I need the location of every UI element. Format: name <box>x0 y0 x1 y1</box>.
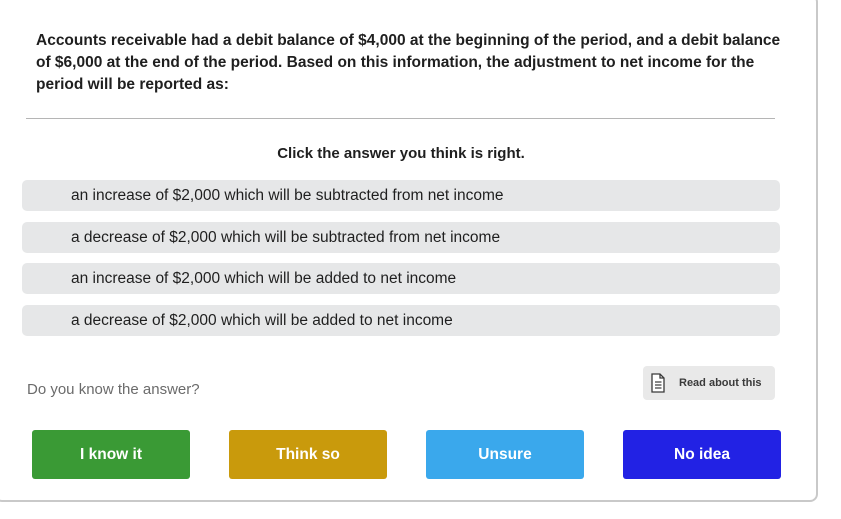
divider <box>26 118 775 119</box>
answer-option-2[interactable]: a decrease of $2,000 which will be subtr… <box>22 221 780 253</box>
answer-list: an increase of $2,000 which will be subt… <box>22 180 780 346</box>
no-idea-button[interactable]: No idea <box>623 430 781 479</box>
read-about-this-label: Read about this <box>679 377 762 389</box>
question-text: Accounts receivable had a debit balance … <box>36 32 781 93</box>
answer-option-3[interactable]: an increase of $2,000 which will be adde… <box>22 263 780 294</box>
confidence-question: Do you know the answer? <box>27 381 200 398</box>
answer-option-1[interactable]: an increase of $2,000 which will be subt… <box>22 180 780 211</box>
question-card: Accounts receivable had a debit balance … <box>0 0 818 502</box>
think-so-button[interactable]: Think so <box>229 430 387 479</box>
read-about-this-button[interactable]: Read about this <box>643 366 775 400</box>
document-icon <box>649 373 667 393</box>
answer-option-4[interactable]: a decrease of $2,000 which will be added… <box>22 304 780 336</box>
unsure-button[interactable]: Unsure <box>426 430 584 479</box>
i-know-it-button[interactable]: I know it <box>32 430 190 479</box>
answer-prompt: Click the answer you think is right. <box>277 145 525 162</box>
